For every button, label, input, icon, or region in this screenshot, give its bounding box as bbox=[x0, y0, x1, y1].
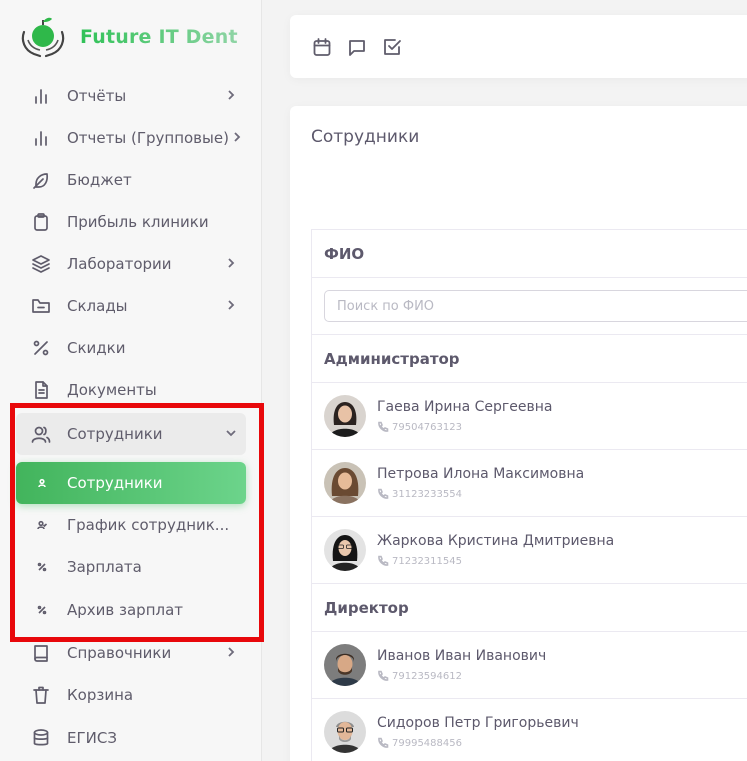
chevron-down-icon bbox=[224, 426, 238, 440]
submenu-item-salary-archive[interactable]: Архив зарплат bbox=[16, 589, 246, 631]
logo[interactable]: Future IT Dent bbox=[18, 12, 238, 62]
sidebar-item-label: Сотрудники bbox=[67, 425, 163, 443]
employee-phone: 71232311545 bbox=[392, 555, 462, 567]
sidebar-item-discounts[interactable]: Скидки bbox=[16, 327, 246, 369]
employees-card: Сотрудники ФИО Администратор Гаева Ирина… bbox=[290, 106, 747, 761]
sidebar: Future IT Dent Отчёты Отчеты (Групповые)… bbox=[0, 0, 262, 761]
feather-icon bbox=[31, 170, 51, 190]
search-input[interactable] bbox=[324, 290, 747, 322]
page-title: Сотрудники bbox=[311, 127, 420, 147]
submenu-item-employees[interactable]: Сотрудники bbox=[16, 462, 246, 504]
sidebar-item-documents[interactable]: Документы bbox=[16, 369, 246, 411]
submenu-item-label: Архив зарплат bbox=[67, 601, 184, 619]
sidebar-item-warehouses[interactable]: Склады bbox=[16, 285, 246, 327]
phone-icon bbox=[378, 488, 389, 499]
sidebar-item-label: Отчеты (Групповые) bbox=[67, 129, 229, 147]
table-row[interactable]: Иванов Иван Иванович 79123594612 bbox=[312, 632, 747, 699]
folder-minus-icon bbox=[31, 296, 51, 316]
sidebar-item-label: Документы bbox=[67, 381, 157, 399]
percent-icon bbox=[37, 605, 47, 615]
chevron-right-icon bbox=[224, 645, 238, 659]
trash-icon bbox=[31, 685, 51, 705]
sidebar-item-label: Корзина bbox=[67, 686, 134, 704]
check-square-icon[interactable] bbox=[382, 37, 402, 57]
bar-chart-icon bbox=[31, 86, 51, 106]
sidebar-item-label: Лаборатории bbox=[67, 255, 172, 273]
sidebar-item-label: Бюджет bbox=[67, 171, 132, 189]
user-check-icon bbox=[37, 520, 47, 530]
message-icon[interactable] bbox=[347, 37, 367, 57]
phone-icon bbox=[378, 421, 389, 432]
employee-name: Сидоров Петр Григорьевич bbox=[377, 715, 579, 731]
avatar bbox=[324, 395, 366, 437]
employee-name: Гаева Ирина Сергеевна bbox=[377, 399, 553, 415]
topbar bbox=[290, 15, 747, 78]
avatar bbox=[324, 711, 366, 753]
calendar-icon[interactable] bbox=[312, 37, 332, 57]
chevron-right-icon bbox=[224, 88, 238, 102]
book-icon bbox=[31, 643, 51, 663]
submenu-item-label: Сотрудники bbox=[67, 474, 163, 492]
sidebar-item-label: Прибыль клиники bbox=[67, 213, 209, 231]
sidebar-item-label: Скидки bbox=[67, 339, 126, 357]
phone-icon bbox=[378, 737, 389, 748]
percent-icon bbox=[37, 562, 47, 572]
bar-chart-icon bbox=[31, 128, 51, 148]
sidebar-item-reports[interactable]: Отчёты bbox=[16, 75, 246, 117]
sidebar-item-group-reports[interactable]: Отчеты (Групповые) bbox=[16, 117, 246, 159]
avatar bbox=[324, 529, 366, 571]
group-header: Директор bbox=[312, 584, 747, 632]
group-header: Администратор bbox=[312, 335, 747, 383]
database-icon bbox=[31, 728, 51, 748]
employees-table: ФИО Администратор Гаева Ирина Сергеевна … bbox=[311, 229, 747, 761]
chevron-right-icon bbox=[230, 130, 244, 144]
sidebar-item-laboratories[interactable]: Лаборатории bbox=[16, 243, 246, 285]
employee-name: Жаркова Кристина Дмитриевна bbox=[377, 533, 615, 549]
percent-icon bbox=[31, 338, 51, 358]
employee-name: Петрова Илона Максимовна bbox=[377, 466, 585, 482]
submenu-item-employee-schedule[interactable]: График сотрудник... bbox=[16, 504, 246, 546]
submenu-item-label: Зарплата bbox=[67, 558, 142, 576]
table-row[interactable]: Гаева Ирина Сергеевна 79504763123 bbox=[312, 383, 747, 450]
sidebar-item-label: ЕГИСЗ bbox=[67, 729, 117, 747]
sidebar-item-label: Отчёты bbox=[67, 87, 127, 105]
submenu-item-salary[interactable]: Зарплата bbox=[16, 546, 246, 588]
employee-phone: 79995488456 bbox=[392, 737, 462, 749]
sidebar-item-label: Склады bbox=[67, 297, 128, 315]
search-row bbox=[312, 278, 747, 335]
employee-phone: 79504763123 bbox=[392, 421, 462, 433]
submenu-item-label: График сотрудник... bbox=[67, 516, 230, 534]
sidebar-item-clinic-profit[interactable]: Прибыль клиники bbox=[16, 201, 246, 243]
sidebar-item-trash[interactable]: Корзина bbox=[16, 674, 246, 716]
employee-phone: 31123233554 bbox=[392, 488, 462, 500]
employee-phone: 79123594612 bbox=[392, 670, 462, 682]
table-row[interactable]: Жаркова Кристина Дмитриевна 71232311545 bbox=[312, 517, 747, 584]
table-row[interactable]: Сидоров Петр Григорьевич 79995488456 bbox=[312, 699, 747, 761]
layers-icon bbox=[31, 254, 51, 274]
table-row[interactable]: Петрова Илона Максимовна 31123233554 bbox=[312, 450, 747, 517]
users-icon bbox=[31, 424, 51, 444]
file-text-icon bbox=[31, 380, 51, 400]
chevron-right-icon bbox=[224, 256, 238, 270]
phone-icon bbox=[378, 670, 389, 681]
sidebar-item-budget[interactable]: Бюджет bbox=[16, 159, 246, 201]
sidebar-item-references[interactable]: Справочники bbox=[16, 632, 246, 674]
employee-name: Иванов Иван Иванович bbox=[377, 648, 547, 664]
column-header-fio: ФИО bbox=[312, 230, 747, 278]
avatar bbox=[324, 462, 366, 504]
avatar bbox=[324, 644, 366, 686]
clipboard-icon bbox=[31, 212, 51, 232]
sidebar-item-label: Справочники bbox=[67, 644, 172, 662]
sidebar-item-employees[interactable]: Сотрудники bbox=[16, 413, 246, 455]
logo-text: Future IT Dent bbox=[80, 26, 238, 48]
apple-logo-icon bbox=[21, 17, 65, 58]
phone-icon bbox=[378, 555, 389, 566]
user-icon bbox=[37, 478, 47, 488]
sidebar-item-egisz[interactable]: ЕГИСЗ bbox=[16, 717, 246, 759]
chevron-right-icon bbox=[224, 298, 238, 312]
